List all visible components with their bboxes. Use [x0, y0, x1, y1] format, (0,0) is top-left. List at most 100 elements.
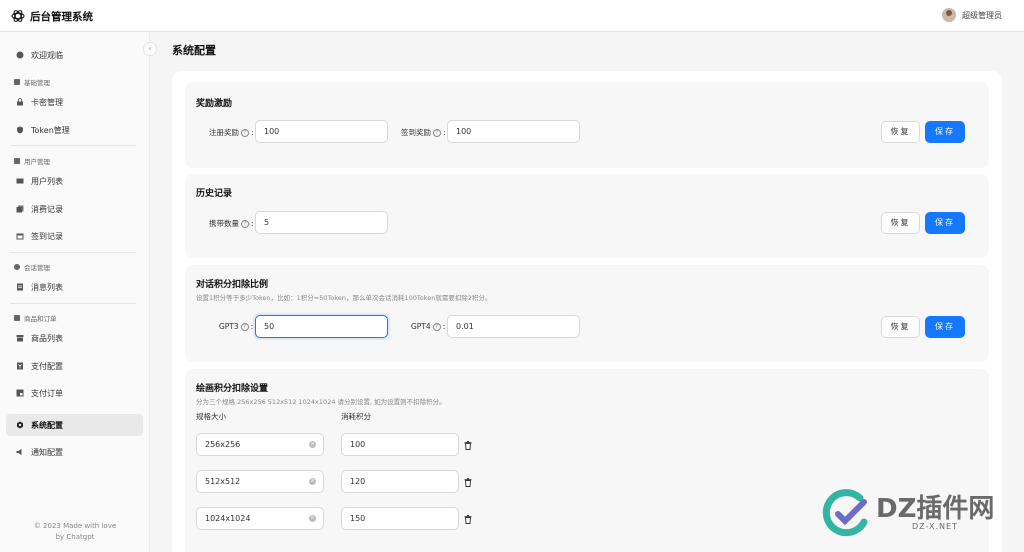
sidebar-footer: © 2023 Made with love by Chatgpt [0, 521, 150, 543]
sidebar-item-signin[interactable]: 签到记录 [6, 225, 143, 247]
close-circle-icon[interactable]: × [309, 515, 316, 522]
sidebar-item-welcome[interactable]: 欢迎观临 [6, 44, 143, 66]
divider [10, 303, 136, 304]
sidebar-item-label: 系统配置 [31, 420, 63, 430]
team-icon [14, 158, 20, 164]
register-reward-input[interactable] [255, 120, 388, 143]
label-colon: : [251, 128, 254, 137]
notification-icon [16, 448, 22, 456]
reset-button[interactable]: 恢复 [881, 212, 920, 234]
sidebar-item-label: 用户列表 [31, 176, 63, 186]
user-name[interactable]: 超级管理员 [962, 10, 1002, 21]
sidebar-group-label: 基础管理 [24, 79, 50, 87]
close-circle-icon[interactable]: × [309, 441, 316, 448]
trash-icon[interactable] [464, 478, 472, 487]
page-title: 系统配置 [172, 44, 216, 57]
sidebar-item-label: 消息列表 [31, 282, 63, 292]
sidebar-item-system[interactable]: 系统配置 [6, 414, 143, 436]
form-icon [16, 389, 24, 397]
avatar[interactable] [942, 8, 956, 22]
sidebar-item-pay-orders[interactable]: 支付订单 [6, 382, 143, 404]
copy-icon [16, 205, 24, 213]
cost-input[interactable]: 100 [341, 433, 459, 456]
register-reward-label: 注册奖励 ?: [209, 127, 254, 138]
signin-reward-input[interactable] [447, 120, 580, 143]
size-value: 1024x1024 [205, 514, 251, 523]
save-button[interactable]: 保存 [925, 121, 965, 143]
watermark-subtext: DZ-X.NET [912, 522, 958, 531]
question-circle-icon[interactable]: ? [433, 128, 441, 137]
divider [10, 252, 136, 253]
shield-icon [17, 126, 23, 134]
calendar-icon [16, 233, 24, 240]
label-colon: : [443, 128, 446, 137]
sidebar-group-label: 商品和订单 [24, 315, 57, 323]
carry-count-input[interactable] [255, 211, 388, 234]
label-colon: : [250, 322, 254, 331]
close-circle-icon[interactable]: × [309, 478, 316, 485]
save-button[interactable]: 保存 [925, 316, 965, 338]
question-circle-icon[interactable]: ? [240, 322, 249, 331]
sidebar-group-chat: 会话管理 [14, 262, 50, 272]
sidebar-item-label: 签到记录 [31, 231, 63, 241]
field-label-text: 签到奖励 [401, 128, 431, 137]
size-value: 256x256 [205, 440, 241, 449]
field-label-text: GPT4 [411, 322, 431, 331]
trash-icon[interactable] [464, 515, 472, 524]
sidebar-item-label: 通知配置 [31, 447, 63, 457]
question-circle-icon[interactable]: ? [241, 128, 249, 137]
label-colon: : [251, 219, 254, 228]
label-colon: : [442, 322, 446, 331]
sidebar-item-pay-config[interactable]: 支付配置 [6, 355, 143, 377]
field-label-text: 携带数量 [209, 219, 239, 228]
sidebar-item-label: 欢迎观临 [31, 50, 63, 60]
user-menu[interactable]: 超级管理员 [942, 8, 1002, 22]
top-bar: 后台管理系统 超级管理员 [0, 0, 1024, 32]
sidebar-item-label: 支付配置 [31, 361, 63, 371]
watermark-text: DZ插件网 [876, 494, 995, 524]
cost-input[interactable]: 150 [341, 507, 459, 530]
dashboard-icon [16, 51, 24, 59]
message-icon [14, 264, 20, 270]
sidebar-item-card[interactable]: 卡密管理 [6, 91, 143, 113]
shop-icon [16, 335, 24, 342]
sidebar-group-label: 会话管理 [24, 264, 50, 272]
save-button[interactable]: 保存 [925, 212, 965, 234]
sidebar-item-notice[interactable]: 通知配置 [6, 441, 143, 463]
footer-copyright: © 2023 Made with love [33, 522, 117, 530]
carry-count-label: 携带数量 ?: [209, 218, 254, 229]
card-title: 绘画积分扣除设置 [196, 384, 269, 394]
divider [10, 145, 136, 146]
card-title: 历史记录 [196, 189, 233, 199]
chat-points-card: 对话积分扣除比例 设置1积分等于多少Token，比如：1积分=50Token，那… [185, 265, 989, 362]
size-select[interactable]: 1024x1024 × [196, 507, 324, 530]
sidebar-item-goods[interactable]: 商品列表 [6, 327, 143, 349]
card-description: 分为三个规格 256x256 512x512 1024x1024 请分别设置, … [196, 398, 446, 406]
question-circle-icon[interactable]: ? [432, 322, 441, 331]
sidebar-item-label: 消费记录 [31, 204, 63, 214]
gpt4-label: GPT4 ?: [411, 322, 445, 331]
sidebar-item-consume[interactable]: 消费记录 [6, 198, 143, 220]
sidebar-item-messages[interactable]: 消息列表 [6, 276, 143, 298]
size-select[interactable]: 256x256 × [196, 433, 324, 456]
question-circle-icon[interactable]: ? [241, 219, 249, 228]
size-select[interactable]: 512x512 × [196, 470, 324, 493]
footer-credit: by Chatgpt [55, 533, 95, 541]
user-icon [14, 79, 20, 85]
file-text-icon [17, 283, 23, 291]
lock-icon [17, 98, 23, 106]
gpt3-input[interactable] [255, 315, 388, 338]
gpt4-input[interactable] [447, 315, 580, 338]
card-title: 对话积分扣除比例 [196, 280, 269, 290]
trash-icon[interactable] [464, 441, 472, 450]
sidebar-group-label: 用户管理 [24, 158, 50, 166]
reset-button[interactable]: 恢复 [881, 121, 920, 143]
collapse-sidebar-button[interactable]: ‹ [143, 42, 157, 56]
sidebar-item-users[interactable]: 用户列表 [6, 170, 143, 192]
sidebar-group-basic: 基础管理 [14, 77, 50, 87]
cost-input[interactable]: 120 [341, 470, 459, 493]
sidebar-item-token[interactable]: Token管理 [6, 119, 143, 141]
openai-logo-icon [11, 10, 25, 22]
reset-button[interactable]: 恢复 [881, 316, 920, 338]
sidebar-item-label: 卡密管理 [31, 97, 63, 107]
